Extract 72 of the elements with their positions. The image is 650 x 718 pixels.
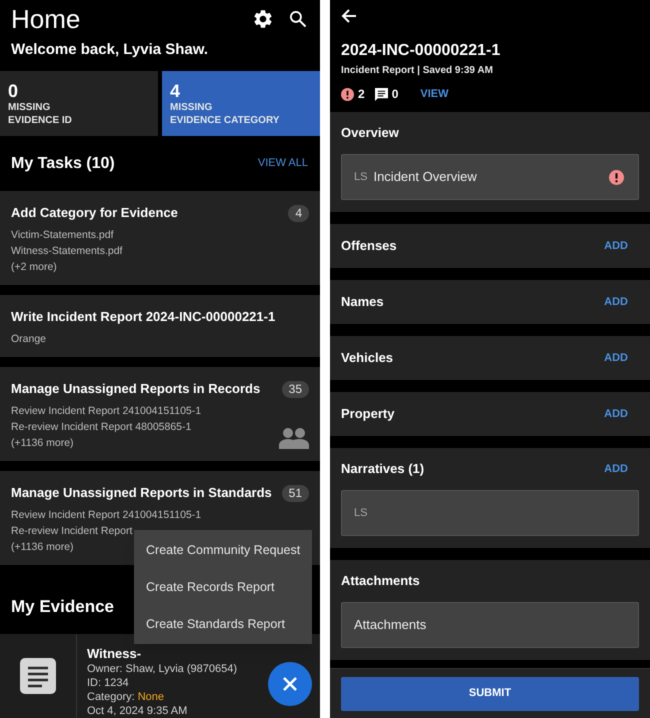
section-title: Offenses (341, 237, 397, 256)
evidence-title: Witness- (87, 646, 142, 662)
report-title: 2024-INC-00000221-1 (341, 41, 502, 61)
count-badge: 51 (282, 484, 309, 502)
report-subtitle: Incident Report | Saved 9:39 AM (341, 64, 494, 78)
evidence-detail: ID: 1234 (87, 676, 130, 690)
count-badge: 35 (282, 380, 309, 398)
section-title: My Evidence (11, 596, 114, 618)
page-title: Home (11, 3, 80, 35)
task-detail: Re-review Incident Report (11, 524, 132, 539)
stat-label: MISSING (170, 100, 214, 114)
add-link[interactable]: ADD (604, 460, 639, 478)
form-field[interactable]: LS Incident Overview (341, 154, 639, 200)
author-initials: LS (354, 170, 368, 185)
author-initials: LS (354, 506, 368, 521)
task-title: Write Incident Report 2024-INC-00000221-1 (11, 308, 276, 326)
stat-value: 4 (170, 80, 182, 100)
task-detail: Review Incident Report 241004151105-1 (11, 508, 202, 523)
task-title: Add Category for Evidence (11, 204, 178, 222)
comment-count: 0 (392, 86, 398, 103)
stat-label: EVIDENCE ID (8, 114, 73, 126)
task-detail: Orange (11, 332, 46, 347)
back-arrow-icon[interactable] (341, 8, 357, 24)
form-field[interactable]: LS (341, 490, 639, 536)
task-card[interactable]: Write Incident Report 2024-INC-00000221-1 Orange (0, 295, 320, 357)
error-icon (341, 88, 354, 100)
comment-icon (374, 88, 388, 100)
menu-item[interactable]: Create Records Report (134, 568, 312, 606)
section-title: Names (341, 293, 384, 312)
field-text: Incident Overview (373, 168, 477, 186)
count-badge: 4 (288, 204, 309, 222)
task-detail: (+2 more) (11, 260, 57, 275)
add-link[interactable]: ADD (604, 238, 639, 254)
form-field[interactable]: Attachments (341, 602, 639, 648)
task-detail: Re-review Incident Report 48005865-1 (11, 420, 192, 435)
document-icon (20, 658, 56, 694)
close-icon (282, 676, 298, 692)
task-detail: Witness-Statements.pdf (11, 244, 122, 259)
stat-tile[interactable]: 0 MISSING EVIDENCE ID (0, 71, 158, 136)
task-detail: (+1136 more) (11, 540, 74, 555)
section-title: Property (341, 405, 394, 424)
add-link[interactable]: ADD (604, 294, 639, 310)
task-detail: (+1136 more) (11, 436, 74, 451)
category-label: Category: (87, 690, 135, 704)
stat-value: 0 (8, 80, 20, 100)
task-card[interactable]: Manage Unassigned Reports in Records 35 Review Incident Report 241004151105-1 Re-review Incident Report 48005865-1 (+1136 more) (0, 367, 320, 461)
section-title: Attachments (341, 572, 420, 590)
field-text: Attachments (354, 616, 426, 634)
section-title: Narratives (1) (341, 460, 424, 478)
section-title: Overview (341, 124, 399, 142)
add-link[interactable]: ADD (604, 350, 639, 366)
task-card[interactable]: Add Category for Evidence 4 Victim-Statements.pdf Witness-Statements.pdf (+2 more) (0, 191, 320, 285)
task-title: Manage Unassigned Reports in Records (11, 380, 260, 398)
section-title: Vehicles (341, 349, 394, 368)
stat-label: EVIDENCE CATEGORY (170, 114, 280, 126)
task-title: Manage Unassigned Reports in Standards (11, 484, 272, 502)
evidence-detail: Owner: Shaw, Lyvia (9870654) (87, 662, 238, 676)
error-count: 2 (358, 86, 365, 103)
section-title: My Tasks (10) (11, 154, 115, 174)
search-icon[interactable] (288, 9, 308, 29)
task-detail: Review Incident Report 241004151105-1 (11, 404, 202, 419)
task-detail: Victim-Statements.pdf (11, 228, 114, 243)
welcome-message: Welcome back, Lyvia Shaw. (10, 40, 210, 60)
view-link[interactable]: VIEW (420, 86, 448, 102)
settings-icon[interactable] (252, 8, 274, 30)
add-link[interactable]: ADD (604, 406, 639, 422)
stat-label: MISSING (8, 100, 52, 114)
evidence-date: Oct 4, 2024 9:35 AM (87, 704, 188, 718)
category-value: None (138, 690, 164, 704)
stat-tile[interactable]: 4 MISSING EVIDENCE CATEGORY (162, 71, 320, 136)
view-all-link[interactable]: VIEW ALL (258, 155, 309, 172)
submit-button[interactable]: SUBMIT (341, 676, 639, 710)
